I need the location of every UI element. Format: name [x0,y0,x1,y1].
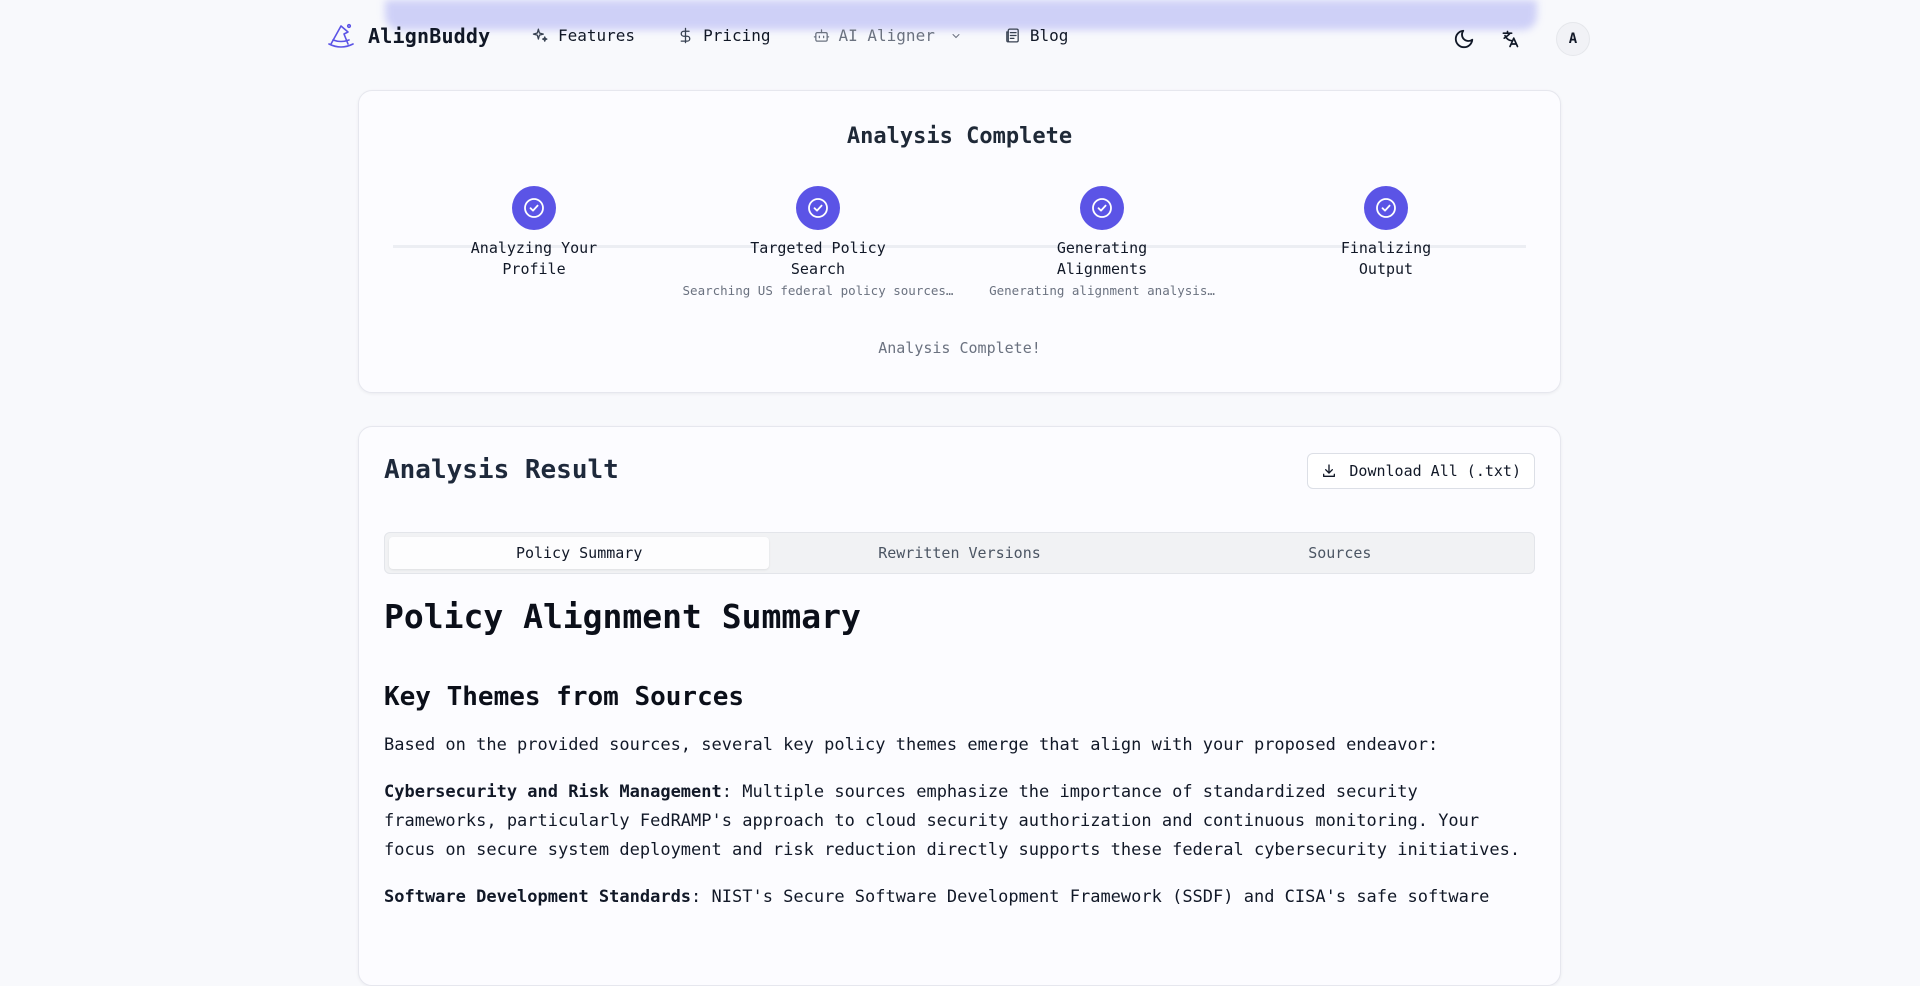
progress-title: Analysis Complete [846,124,1073,149]
tab-sources[interactable]: Sources [1150,537,1530,569]
theme-text: : NIST's Secure Software Development Fra… [691,887,1490,907]
download-all-label: Download All (.txt) [1349,462,1521,480]
nav-ai-aligner-label: AI Aligner [838,26,935,45]
step-complete-badge [1080,186,1124,230]
nav-blog[interactable]: Blog [1004,26,1069,45]
nav-ai-aligner[interactable]: AI Aligner [813,26,962,45]
tab-rewritten-versions[interactable]: Rewritten Versions [769,537,1149,569]
step-targeted-policy-search: Targeted Policy Search [688,186,948,280]
step-complete-badge [1364,186,1408,230]
step-label: Finalizing Output [1340,239,1432,278]
intro-paragraph: Based on the provided sources, several k… [384,735,1439,755]
theme-term: Software Development Standards [384,887,692,907]
nav-features[interactable]: Features [532,26,635,45]
theme-paragraph: Cybersecurity and Risk Management: Multi… [384,778,1535,865]
newspaper-icon [1006,28,1019,43]
step-complete-badge [796,186,840,230]
brand-name: AlignBuddy [368,24,491,48]
step-finalizing-output: Finalizing Output [1256,186,1516,280]
theme-paragraph: Software Development Standards: NIST's S… [384,883,1535,912]
nav-pricing-label: Pricing [703,26,771,45]
theme-term: Cybersecurity and Risk Management [384,782,722,802]
check-circle-icon [1092,198,1112,218]
key-themes-heading: Key Themes from Sources [384,682,745,712]
wizard-hat-logo-icon [328,23,354,48]
bot-icon [813,29,829,42]
check-circle-icon [524,198,544,218]
chevron-down-icon [952,33,960,38]
language-button[interactable] [1498,27,1522,51]
step-label: Analyzing Your Profile [470,239,598,278]
user-avatar[interactable]: A [1556,22,1590,56]
step-generating-alignments: Generating Alignments [972,186,1232,280]
nav-pricing[interactable]: Pricing [677,26,771,45]
step-analyzing-profile: Analyzing Your Profile [404,186,664,280]
brand-link[interactable]: AlignBuddy [328,22,490,50]
nav-features-label: Features [558,26,636,45]
policy-summary-content: Policy Alignment Summary Key Themes from… [384,597,1535,912]
dollar-icon [680,27,691,44]
step-complete-badge [512,186,556,230]
sparkles-icon [532,28,548,42]
download-icon [1323,464,1336,477]
header-actions: A [1452,22,1590,56]
step-sub-status: Generating alignment analysis… [989,283,1215,298]
translate-icon [1502,30,1519,48]
tab-policy-summary[interactable]: Policy Summary [389,537,770,569]
moon-icon [1454,29,1474,49]
result-title: Analysis Result [384,455,619,485]
download-all-button[interactable]: Download All (.txt) [1307,453,1535,489]
analysis-status-text: Analysis Complete! [878,339,1041,357]
analysis-result-card: Analysis Result Download All (.txt) Poli… [358,426,1561,986]
site-header: AlignBuddy Features Pricing AI Aligner B… [0,0,1920,76]
theme-toggle-button[interactable] [1452,27,1476,51]
result-tabs: Policy Summary Rewritten Versions Source… [384,532,1535,574]
summary-heading: Policy Alignment Summary [384,597,861,636]
nav-blog-label: Blog [1029,26,1069,45]
step-label: Targeted Policy Search [750,239,886,278]
check-circle-icon [808,198,828,218]
step-label: Generating Alignments [1056,239,1148,278]
analysis-progress-card: Analysis Complete Analyzing Your Profile… [358,90,1561,393]
main-nav: Features Pricing AI Aligner Blog [532,26,1068,45]
step-sub-status: Searching US federal policy sources… [682,283,954,298]
check-circle-icon [1376,198,1396,218]
